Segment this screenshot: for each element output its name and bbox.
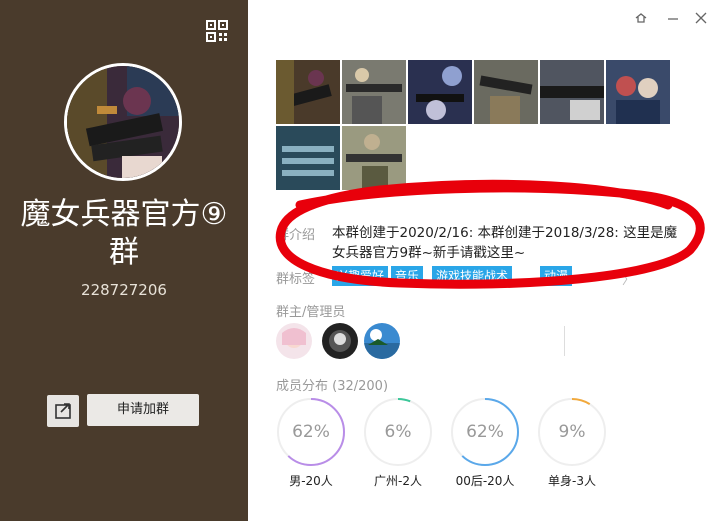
album-photo[interactable]	[540, 60, 604, 124]
stat-percent: 62%	[292, 422, 330, 442]
settings-icon[interactable]	[633, 10, 649, 26]
stat-gender: 62%	[276, 397, 346, 467]
stat-label: 男-20人	[289, 474, 333, 488]
tag-anime[interactable]: 动漫	[540, 266, 573, 286]
stat-percent: 9%	[558, 422, 586, 442]
stat-label: 00后-20人	[455, 474, 515, 488]
admin-divider	[564, 326, 565, 356]
album-photo[interactable]	[342, 60, 406, 124]
album-photo[interactable]	[474, 60, 538, 124]
stat-single: 9%	[537, 397, 607, 467]
stat-percent: 62%	[466, 422, 504, 442]
group-intro-text: 本群创建于2020/2/16: 本群创建于2018/3/28: 这里是魔女兵器官…	[332, 225, 678, 261]
tag-interest[interactable]: 兴趣爱好	[332, 266, 389, 286]
stat-percent: 6%	[384, 422, 412, 442]
stat-city: 6%	[363, 397, 433, 467]
admin-avatar[interactable]	[364, 323, 400, 359]
album-photo[interactable]	[342, 126, 406, 190]
admin-avatar[interactable]	[322, 323, 358, 359]
admins-label: 群主/管理员	[276, 305, 346, 320]
qr-code-icon[interactable]	[206, 20, 228, 42]
intro-label: 群介绍	[276, 228, 316, 243]
group-name: 魔女兵器官方⑨群	[20, 197, 228, 270]
album-photo[interactable]	[276, 60, 340, 124]
group-avatar[interactable]	[64, 63, 182, 181]
group-id: 228727206	[81, 281, 167, 299]
member-distribution-label: 成员分布 (32/200)	[276, 379, 389, 394]
album-photo[interactable]	[606, 60, 670, 124]
tags-label: 群标签	[276, 272, 316, 287]
stat-label: 单身-3人	[548, 474, 596, 488]
owner-avatar[interactable]	[276, 323, 312, 359]
tag-music[interactable]: 音乐	[391, 266, 424, 286]
group-profile-sidebar: 魔女兵器官方⑨群 228727206 申请加群	[0, 0, 248, 521]
close-icon[interactable]	[693, 10, 709, 26]
stat-label: 广州-2人	[374, 474, 422, 488]
tag-game-tactics[interactable]: 游戏技能战术	[432, 266, 513, 286]
album-photo[interactable]	[276, 126, 340, 190]
stat-age: 62%	[450, 397, 520, 467]
group-detail-panel: 群介绍 本群创建于2020/2/16: 本群创建于2018/3/28: 这里是魔…	[248, 0, 720, 521]
minimize-icon[interactable]	[665, 10, 681, 26]
share-icon	[55, 403, 71, 419]
share-button[interactable]	[47, 395, 79, 427]
album-photo[interactable]	[408, 60, 472, 124]
join-group-button[interactable]: 申请加群	[87, 394, 199, 426]
chevron-right-icon[interactable]: 〉	[622, 269, 635, 288]
